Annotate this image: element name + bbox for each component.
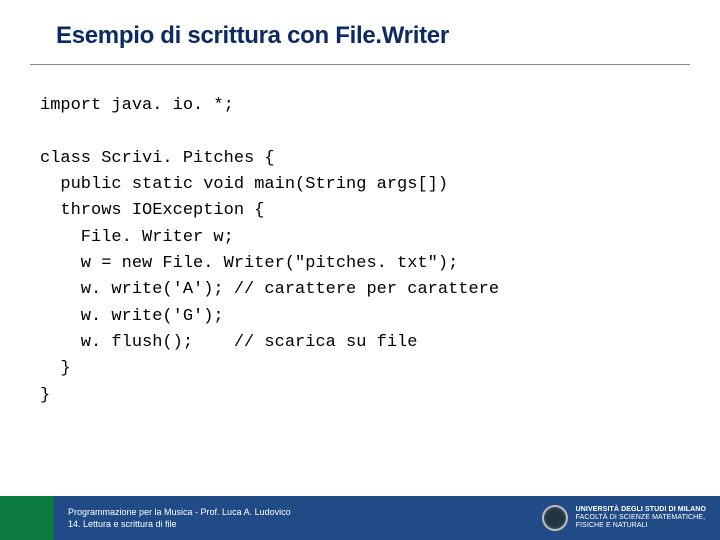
university-text: UNIVERSITÀ DEGLI STUDI DI MILANO FACOLTÀ… bbox=[576, 506, 706, 530]
code-block: import java. io. *; class Scrivi. Pitche… bbox=[40, 93, 680, 409]
slide-title: Esempio di scrittura con File.Writer bbox=[56, 22, 720, 50]
footer-info: Programmazione per la Musica - Prof. Luc… bbox=[54, 496, 530, 540]
university-name: UNIVERSITÀ DEGLI STUDI DI MILANO bbox=[576, 506, 706, 514]
footer-accent bbox=[0, 496, 54, 540]
title-area: Esempio di scrittura con File.Writer bbox=[0, 0, 720, 58]
footer-course-line: Programmazione per la Musica - Prof. Luc… bbox=[68, 506, 530, 518]
faculty-name: FACOLTÀ DI SCIENZE MATEMATICHE, FISICHE … bbox=[576, 514, 706, 530]
slide: Esempio di scrittura con File.Writer imp… bbox=[0, 0, 720, 540]
footer-bar: Programmazione per la Musica - Prof. Luc… bbox=[0, 496, 720, 540]
footer-logo: UNIVERSITÀ DEGLI STUDI DI MILANO FACOLTÀ… bbox=[530, 496, 720, 540]
footer-chapter-line: 14. Lettura e scrittura di file bbox=[68, 518, 530, 530]
slide-body: import java. io. *; class Scrivi. Pitche… bbox=[0, 65, 720, 540]
university-seal-icon bbox=[542, 505, 568, 531]
